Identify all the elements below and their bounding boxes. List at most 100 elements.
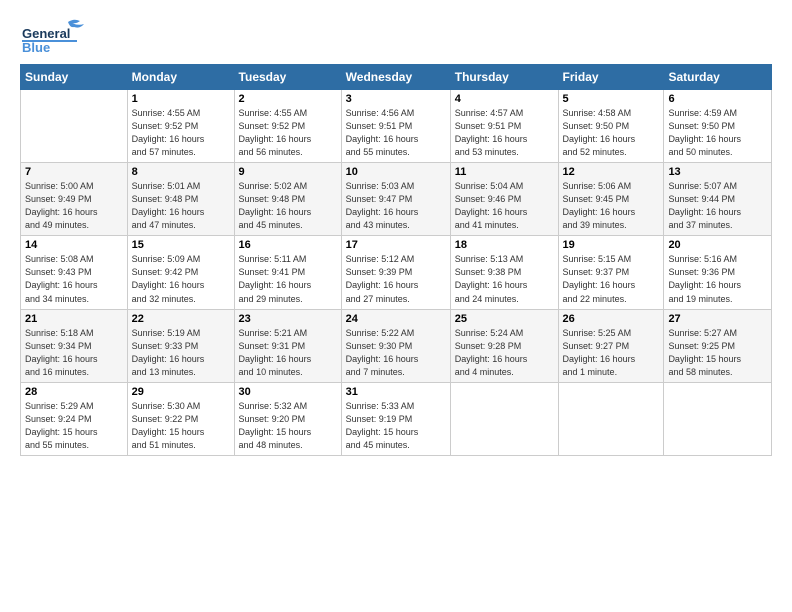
day-number: 13 [668,166,767,178]
calendar-cell: 23Sunrise: 5:21 AMSunset: 9:31 PMDayligh… [234,309,341,382]
day-number: 8 [132,166,230,178]
day-info: Sunrise: 5:06 AMSunset: 9:45 PMDaylight:… [563,180,660,232]
day-number: 20 [668,239,767,251]
calendar-row: 1 Sunrise: 4:55 AMSunset: 9:52 PMDaylight… [21,90,772,163]
calendar-cell: 14 Sunrise: 5:08 AMSunset: 9:43 PMDayligh… [21,236,128,309]
logo: General Blue [20,16,100,56]
calendar-cell: 24 Sunrise: 5:22 AMSunset: 9:30 PMDayligh… [341,309,450,382]
calendar-cell: 9 Sunrise: 5:02 AMSunset: 9:48 PMDaylight… [234,163,341,236]
calendar-cell: 25 Sunrise: 5:24 AMSunset: 9:28 PMDayligh… [450,309,558,382]
day-number: 25 [455,313,554,325]
calendar-cell: 8 Sunrise: 5:01 AMSunset: 9:48 PMDaylight… [127,163,234,236]
weekday-header: Saturday [664,65,772,90]
calendar-cell: 3Sunrise: 4:56 AMSunset: 9:51 PMDaylight… [341,90,450,163]
day-info: Sunrise: 5:22 AMSunset: 9:30 PMDaylight:… [346,327,446,379]
day-number: 14 [25,239,123,251]
calendar-cell: 12 Sunrise: 5:06 AMSunset: 9:45 PMDayligh… [558,163,664,236]
day-number: 28 [25,386,123,398]
calendar-cell: 10 Sunrise: 5:03 AMSunset: 9:47 PMDayligh… [341,163,450,236]
day-info: Sunrise: 5:07 AMSunset: 9:44 PMDaylight:… [668,180,767,232]
day-info: Sunrise: 5:33 AMSunset: 9:19 PMDaylight:… [346,400,446,452]
calendar-cell: 7Sunrise: 5:00 AMSunset: 9:49 PMDaylight… [21,163,128,236]
header: General Blue [20,16,772,56]
day-number: 1 [132,93,230,105]
svg-text:Blue: Blue [22,40,50,55]
day-number: 16 [239,239,337,251]
day-info: Sunrise: 5:04 AMSunset: 9:46 PMDaylight:… [455,180,554,232]
day-info: Sunrise: 5:12 AMSunset: 9:39 PMDaylight:… [346,253,446,305]
calendar-cell: 31 Sunrise: 5:33 AMSunset: 9:19 PMDayligh… [341,382,450,455]
day-info: Sunrise: 5:13 AMSunset: 9:38 PMDaylight:… [455,253,554,305]
calendar-cell: 29Sunrise: 5:30 AMSunset: 9:22 PMDayligh… [127,382,234,455]
day-number: 4 [455,93,554,105]
day-number: 17 [346,239,446,251]
day-info: Sunrise: 5:18 AMSunset: 9:34 PMDaylight:… [25,327,123,379]
calendar-cell: 6 Sunrise: 4:59 AMSunset: 9:50 PMDaylight… [664,90,772,163]
calendar-cell: 11 Sunrise: 5:04 AMSunset: 9:46 PMDayligh… [450,163,558,236]
svg-text:General: General [22,26,70,41]
calendar-row: 14 Sunrise: 5:08 AMSunset: 9:43 PMDayligh… [21,236,772,309]
day-number: 2 [239,93,337,105]
day-number: 11 [455,166,554,178]
calendar-cell: 4 Sunrise: 4:57 AMSunset: 9:51 PMDaylight… [450,90,558,163]
day-info: Sunrise: 5:02 AMSunset: 9:48 PMDaylight:… [239,180,337,232]
day-info: Sunrise: 4:55 AMSunset: 9:52 PMDaylight:… [132,107,230,159]
day-info: Sunrise: 5:24 AMSunset: 9:28 PMDaylight:… [455,327,554,379]
day-number: 15 [132,239,230,251]
calendar-cell: 5Sunrise: 4:58 AMSunset: 9:50 PMDaylight… [558,90,664,163]
day-number: 9 [239,166,337,178]
day-number: 30 [239,386,337,398]
day-info: Sunrise: 5:25 AMSunset: 9:27 PMDaylight:… [563,327,660,379]
day-info: Sunrise: 5:15 AMSunset: 9:37 PMDaylight:… [563,253,660,305]
day-info: Sunrise: 5:01 AMSunset: 9:48 PMDaylight:… [132,180,230,232]
day-number: 3 [346,93,446,105]
calendar-row: 7Sunrise: 5:00 AMSunset: 9:49 PMDaylight… [21,163,772,236]
day-info: Sunrise: 5:27 AMSunset: 9:25 PMDaylight:… [668,327,767,379]
day-info: Sunrise: 5:21 AMSunset: 9:31 PMDaylight:… [239,327,337,379]
calendar-cell: 28Sunrise: 5:29 AMSunset: 9:24 PMDayligh… [21,382,128,455]
day-number: 10 [346,166,446,178]
calendar-cell: 22 Sunrise: 5:19 AMSunset: 9:33 PMDayligh… [127,309,234,382]
calendar-cell [450,382,558,455]
calendar-cell: 17 Sunrise: 5:12 AMSunset: 9:39 PMDayligh… [341,236,450,309]
calendar-cell: 27 Sunrise: 5:27 AMSunset: 9:25 PMDayligh… [664,309,772,382]
calendar-cell: 16 Sunrise: 5:11 AMSunset: 9:41 PMDayligh… [234,236,341,309]
day-number: 12 [563,166,660,178]
day-info: Sunrise: 5:32 AMSunset: 9:20 PMDaylight:… [239,400,337,452]
calendar-cell: 26Sunrise: 5:25 AMSunset: 9:27 PMDayligh… [558,309,664,382]
day-number: 6 [668,93,767,105]
day-number: 19 [563,239,660,251]
calendar-row: 21 Sunrise: 5:18 AMSunset: 9:34 PMDayligh… [21,309,772,382]
day-info: Sunrise: 5:19 AMSunset: 9:33 PMDaylight:… [132,327,230,379]
calendar-cell: 1 Sunrise: 4:55 AMSunset: 9:52 PMDaylight… [127,90,234,163]
weekday-header: Thursday [450,65,558,90]
calendar-row: 28Sunrise: 5:29 AMSunset: 9:24 PMDayligh… [21,382,772,455]
calendar-cell: 15Sunrise: 5:09 AMSunset: 9:42 PMDayligh… [127,236,234,309]
weekday-header: Wednesday [341,65,450,90]
weekday-header: Friday [558,65,664,90]
day-info: Sunrise: 4:58 AMSunset: 9:50 PMDaylight:… [563,107,660,159]
day-info: Sunrise: 5:16 AMSunset: 9:36 PMDaylight:… [668,253,767,305]
day-info: Sunrise: 4:59 AMSunset: 9:50 PMDaylight:… [668,107,767,159]
header-row: SundayMondayTuesdayWednesdayThursdayFrid… [21,65,772,90]
day-number: 27 [668,313,767,325]
day-info: Sunrise: 5:03 AMSunset: 9:47 PMDaylight:… [346,180,446,232]
day-info: Sunrise: 5:08 AMSunset: 9:43 PMDaylight:… [25,253,123,305]
day-info: Sunrise: 5:11 AMSunset: 9:41 PMDaylight:… [239,253,337,305]
calendar-cell: 18Sunrise: 5:13 AMSunset: 9:38 PMDayligh… [450,236,558,309]
weekday-header: Sunday [21,65,128,90]
calendar-cell: 2Sunrise: 4:55 AMSunset: 9:52 PMDaylight… [234,90,341,163]
logo-svg: General Blue [20,16,100,56]
day-number: 29 [132,386,230,398]
calendar-cell: 19 Sunrise: 5:15 AMSunset: 9:37 PMDayligh… [558,236,664,309]
day-number: 24 [346,313,446,325]
calendar-cell: 13 Sunrise: 5:07 AMSunset: 9:44 PMDayligh… [664,163,772,236]
day-number: 21 [25,313,123,325]
weekday-header: Monday [127,65,234,90]
day-number: 7 [25,166,123,178]
calendar-cell: 30 Sunrise: 5:32 AMSunset: 9:20 PMDayligh… [234,382,341,455]
day-info: Sunrise: 4:57 AMSunset: 9:51 PMDaylight:… [455,107,554,159]
day-number: 31 [346,386,446,398]
calendar-cell [664,382,772,455]
day-number: 22 [132,313,230,325]
